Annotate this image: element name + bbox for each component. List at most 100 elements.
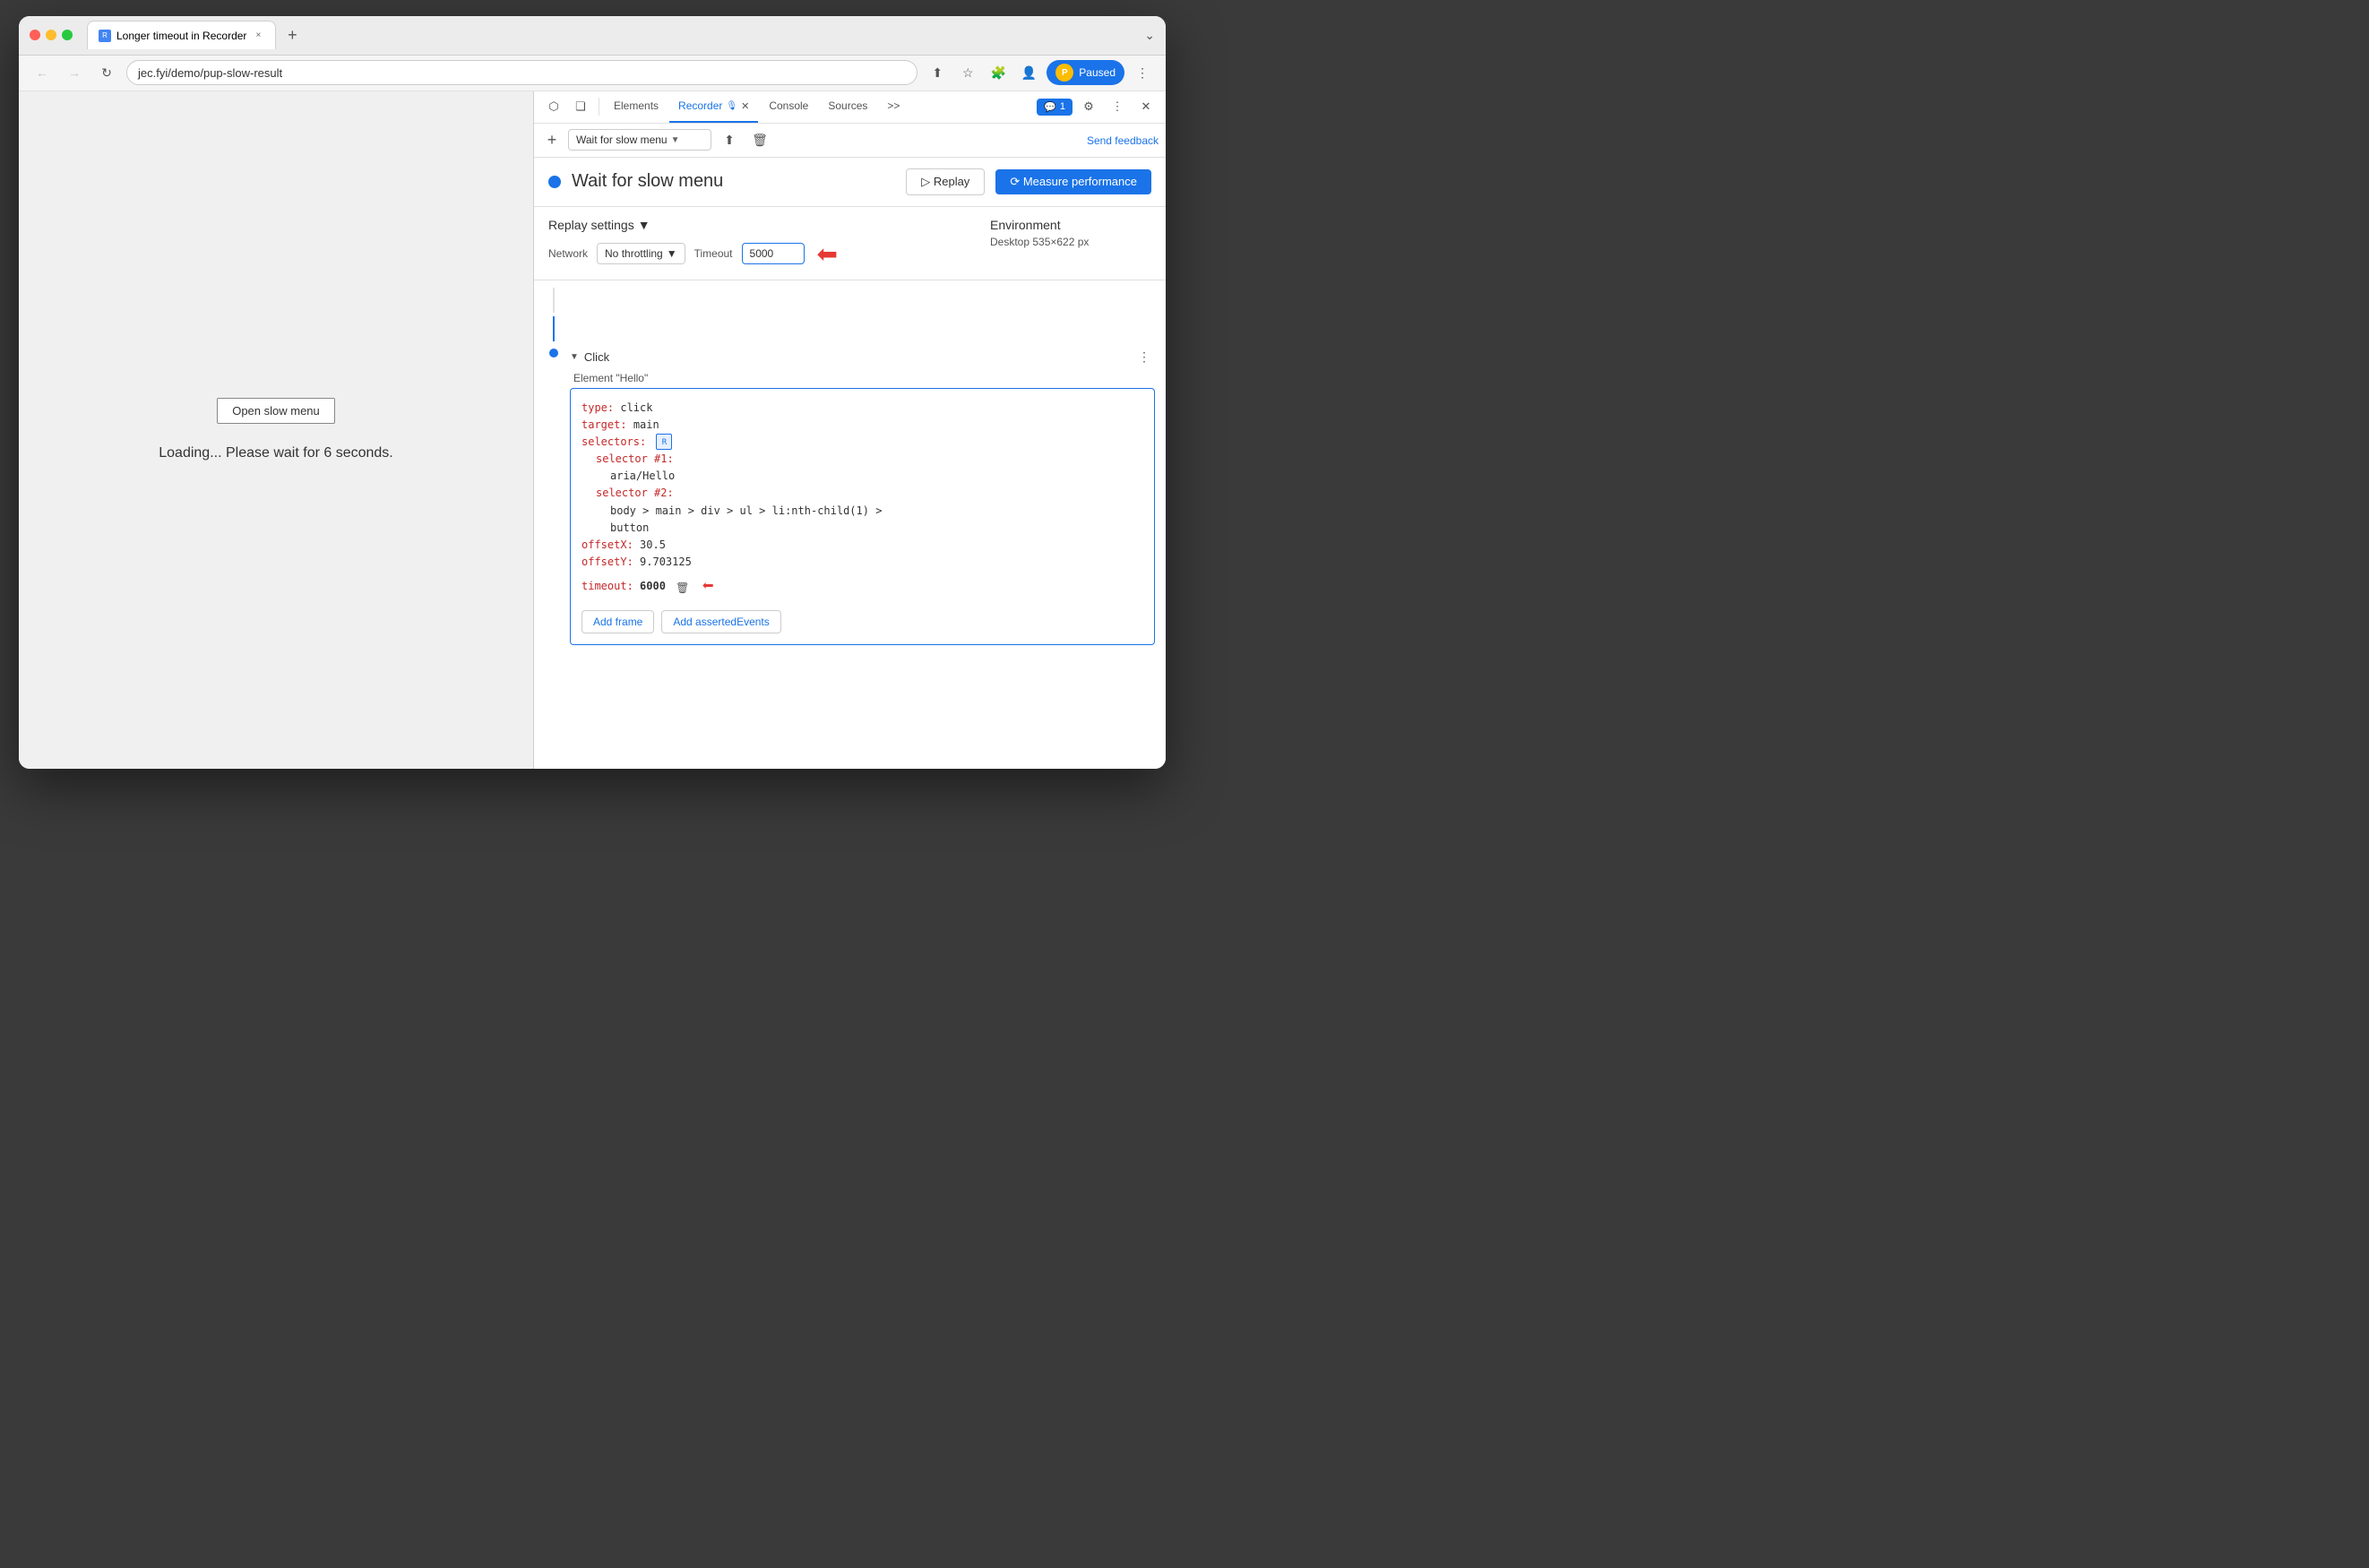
chat-icon: 💬 bbox=[1044, 101, 1056, 113]
network-dropdown-arrow-icon: ▼ bbox=[667, 247, 677, 260]
recorder-close-icon[interactable]: ✕ bbox=[741, 100, 749, 112]
avatar: P bbox=[1055, 64, 1073, 82]
code-selector2-line: selector #2: bbox=[596, 485, 1143, 502]
bookmark-icon[interactable]: ☆ bbox=[955, 60, 980, 85]
more-menu-icon[interactable]: ⋮ bbox=[1130, 60, 1155, 85]
title-bar-right: ⌄ bbox=[1144, 28, 1155, 43]
page-area: Open slow menu Loading... Please wait fo… bbox=[19, 91, 534, 769]
paused-button[interactable]: P Paused bbox=[1047, 60, 1124, 85]
devtools-right: 💬 1 ⚙ ⋮ ✕ bbox=[1037, 94, 1159, 119]
step-more-button[interactable]: ⋮ bbox=[1133, 347, 1155, 368]
recorder-right: Send feedback bbox=[1087, 134, 1159, 147]
code-offsetY-key: offsetY: bbox=[581, 556, 633, 568]
red-arrow-indicator-1: ⬅ bbox=[817, 239, 838, 269]
close-traffic-light[interactable] bbox=[30, 30, 40, 40]
devtools-settings-icon[interactable]: ⚙ bbox=[1076, 94, 1101, 119]
chat-count: 1 bbox=[1060, 101, 1065, 112]
recording-selector-dropdown[interactable]: Wait for slow menu ▼ bbox=[568, 129, 711, 151]
code-type-line: type: click bbox=[581, 400, 1143, 417]
forward-button[interactable]: → bbox=[62, 60, 87, 85]
add-asserted-events-button[interactable]: Add assertedEvents bbox=[661, 610, 780, 633]
active-tab[interactable]: R Longer timeout in Recorder × bbox=[87, 21, 276, 49]
url-bar[interactable]: jec.fyi/demo/pup-slow-result bbox=[126, 60, 917, 85]
refresh-button[interactable]: ↻ bbox=[94, 60, 119, 85]
selector-icon: R bbox=[656, 434, 672, 450]
step-code-block: type: click target: main selectors: R bbox=[570, 388, 1155, 645]
share-icon[interactable]: ⬆ bbox=[925, 60, 950, 85]
tab-sources[interactable]: Sources bbox=[819, 91, 876, 124]
code-selector2-val2-line: button bbox=[610, 520, 1143, 537]
measure-performance-button[interactable]: ⟳ Measure performance bbox=[995, 169, 1151, 194]
recording-header: Wait for slow menu ▷ Replay ⟳ Measure pe… bbox=[534, 158, 1166, 207]
inspector-icon[interactable]: ⬡ bbox=[541, 94, 566, 119]
timeout-label: Timeout bbox=[694, 247, 733, 260]
devtools-more-icon[interactable]: ⋮ bbox=[1105, 94, 1130, 119]
tab-recorder[interactable]: Recorder 🎙 ✕ bbox=[669, 91, 758, 124]
code-target-val: main bbox=[633, 418, 659, 431]
code-type-val: click bbox=[620, 401, 652, 414]
replay-button[interactable]: ▷ Replay bbox=[906, 168, 985, 195]
environment-title: Environment bbox=[990, 218, 1151, 232]
steps-area: ▼ Click ⋮ Element "Hello" type: click bbox=[534, 280, 1166, 769]
red-arrow-indicator-2: ⬅ bbox=[702, 575, 713, 598]
back-button[interactable]: ← bbox=[30, 60, 55, 85]
step-name: Click bbox=[584, 350, 609, 364]
address-bar-right: ⬆ ☆ 🧩 👤 P Paused ⋮ bbox=[925, 60, 1155, 85]
devtools-close-icon[interactable]: ✕ bbox=[1133, 94, 1159, 119]
code-selector2-val-line: body > main > div > ul > li:nth-child(1)… bbox=[610, 503, 1143, 520]
tab-close-btn[interactable]: × bbox=[252, 30, 264, 42]
add-frame-button[interactable]: Add frame bbox=[581, 610, 654, 633]
devtools-tabbar: ⬡ ❏ Elements Recorder 🎙 ✕ Console Source… bbox=[534, 91, 1166, 124]
code-offsetY-line: offsetY: 9.703125 bbox=[581, 554, 1143, 571]
maximize-traffic-light[interactable] bbox=[62, 30, 73, 40]
tab-favicon: R bbox=[99, 30, 111, 42]
browser-window: R Longer timeout in Recorder × + ⌄ ← → ↻… bbox=[19, 16, 1166, 769]
replay-settings-section: Replay settings ▼ Network No throttling … bbox=[534, 207, 1166, 280]
recorder-toolbar: + Wait for slow menu ▼ ⬆ 🗑 Send feedback bbox=[534, 124, 1166, 158]
code-timeout-key: timeout: bbox=[581, 580, 633, 592]
code-timeout-val: 6000 bbox=[640, 580, 666, 592]
network-throttling-dropdown[interactable]: No throttling ▼ bbox=[597, 243, 685, 264]
profile-icon[interactable]: 👤 bbox=[1016, 60, 1041, 85]
devtools-panel: ⬡ ❏ Elements Recorder 🎙 ✕ Console Source… bbox=[534, 91, 1166, 769]
dropdown-arrow-icon: ▼ bbox=[671, 135, 680, 145]
code-actions: Add frame Add assertedEvents bbox=[581, 610, 1143, 633]
delete-recording-icon[interactable]: 🗑 bbox=[747, 127, 772, 152]
extensions-icon[interactable]: 🧩 bbox=[986, 60, 1011, 85]
code-selectors-line: selectors: R bbox=[581, 434, 1143, 451]
step-dot-area bbox=[545, 347, 563, 358]
code-target-line: target: main bbox=[581, 417, 1143, 434]
timeout-delete-icon[interactable]: 🗑 bbox=[676, 580, 690, 594]
code-selector2-val: body > main > div > ul > li:nth-child(1)… bbox=[610, 504, 882, 517]
code-selector1-val: aria/Hello bbox=[610, 470, 675, 482]
timeout-input[interactable] bbox=[742, 243, 805, 264]
traffic-lights bbox=[30, 30, 73, 40]
window-controls-chevron[interactable]: ⌄ bbox=[1144, 28, 1155, 43]
replay-settings-row: Network No throttling ▼ Timeout ⬅ bbox=[548, 239, 954, 269]
recording-title: Wait for slow menu bbox=[572, 171, 895, 192]
open-slow-menu-button[interactable]: Open slow menu bbox=[217, 398, 335, 424]
title-bar: R Longer timeout in Recorder × + ⌄ bbox=[19, 16, 1166, 56]
address-bar: ← → ↻ jec.fyi/demo/pup-slow-result ⬆ ☆ 🧩… bbox=[19, 56, 1166, 91]
network-label: Network bbox=[548, 247, 588, 260]
step-subtitle: Element "Hello" bbox=[573, 372, 1155, 384]
environment-section: Environment Desktop 535×622 px bbox=[990, 218, 1151, 248]
chat-button[interactable]: 💬 1 bbox=[1037, 99, 1073, 116]
device-icon[interactable]: ❏ bbox=[568, 94, 593, 119]
new-tab-button[interactable]: + bbox=[280, 22, 305, 47]
dropdown-label: Wait for slow menu bbox=[576, 134, 668, 146]
code-offsetX-key: offsetX: bbox=[581, 538, 633, 551]
recording-indicator bbox=[548, 176, 561, 188]
code-offsetX-val: 30.5 bbox=[640, 538, 666, 551]
minimize-traffic-light[interactable] bbox=[46, 30, 56, 40]
code-offsetY-val: 9.703125 bbox=[640, 556, 692, 568]
send-feedback-link[interactable]: Send feedback bbox=[1087, 134, 1159, 147]
code-target-key: target: bbox=[581, 418, 627, 431]
step-expand-icon[interactable]: ▼ bbox=[570, 352, 579, 362]
tab-elements[interactable]: Elements bbox=[605, 91, 668, 124]
no-throttling-label: No throttling bbox=[605, 247, 663, 260]
tab-console[interactable]: Console bbox=[760, 91, 817, 124]
export-icon[interactable]: ⬆ bbox=[717, 127, 742, 152]
tab-more[interactable]: >> bbox=[878, 91, 909, 124]
add-recording-button[interactable]: + bbox=[541, 129, 563, 151]
